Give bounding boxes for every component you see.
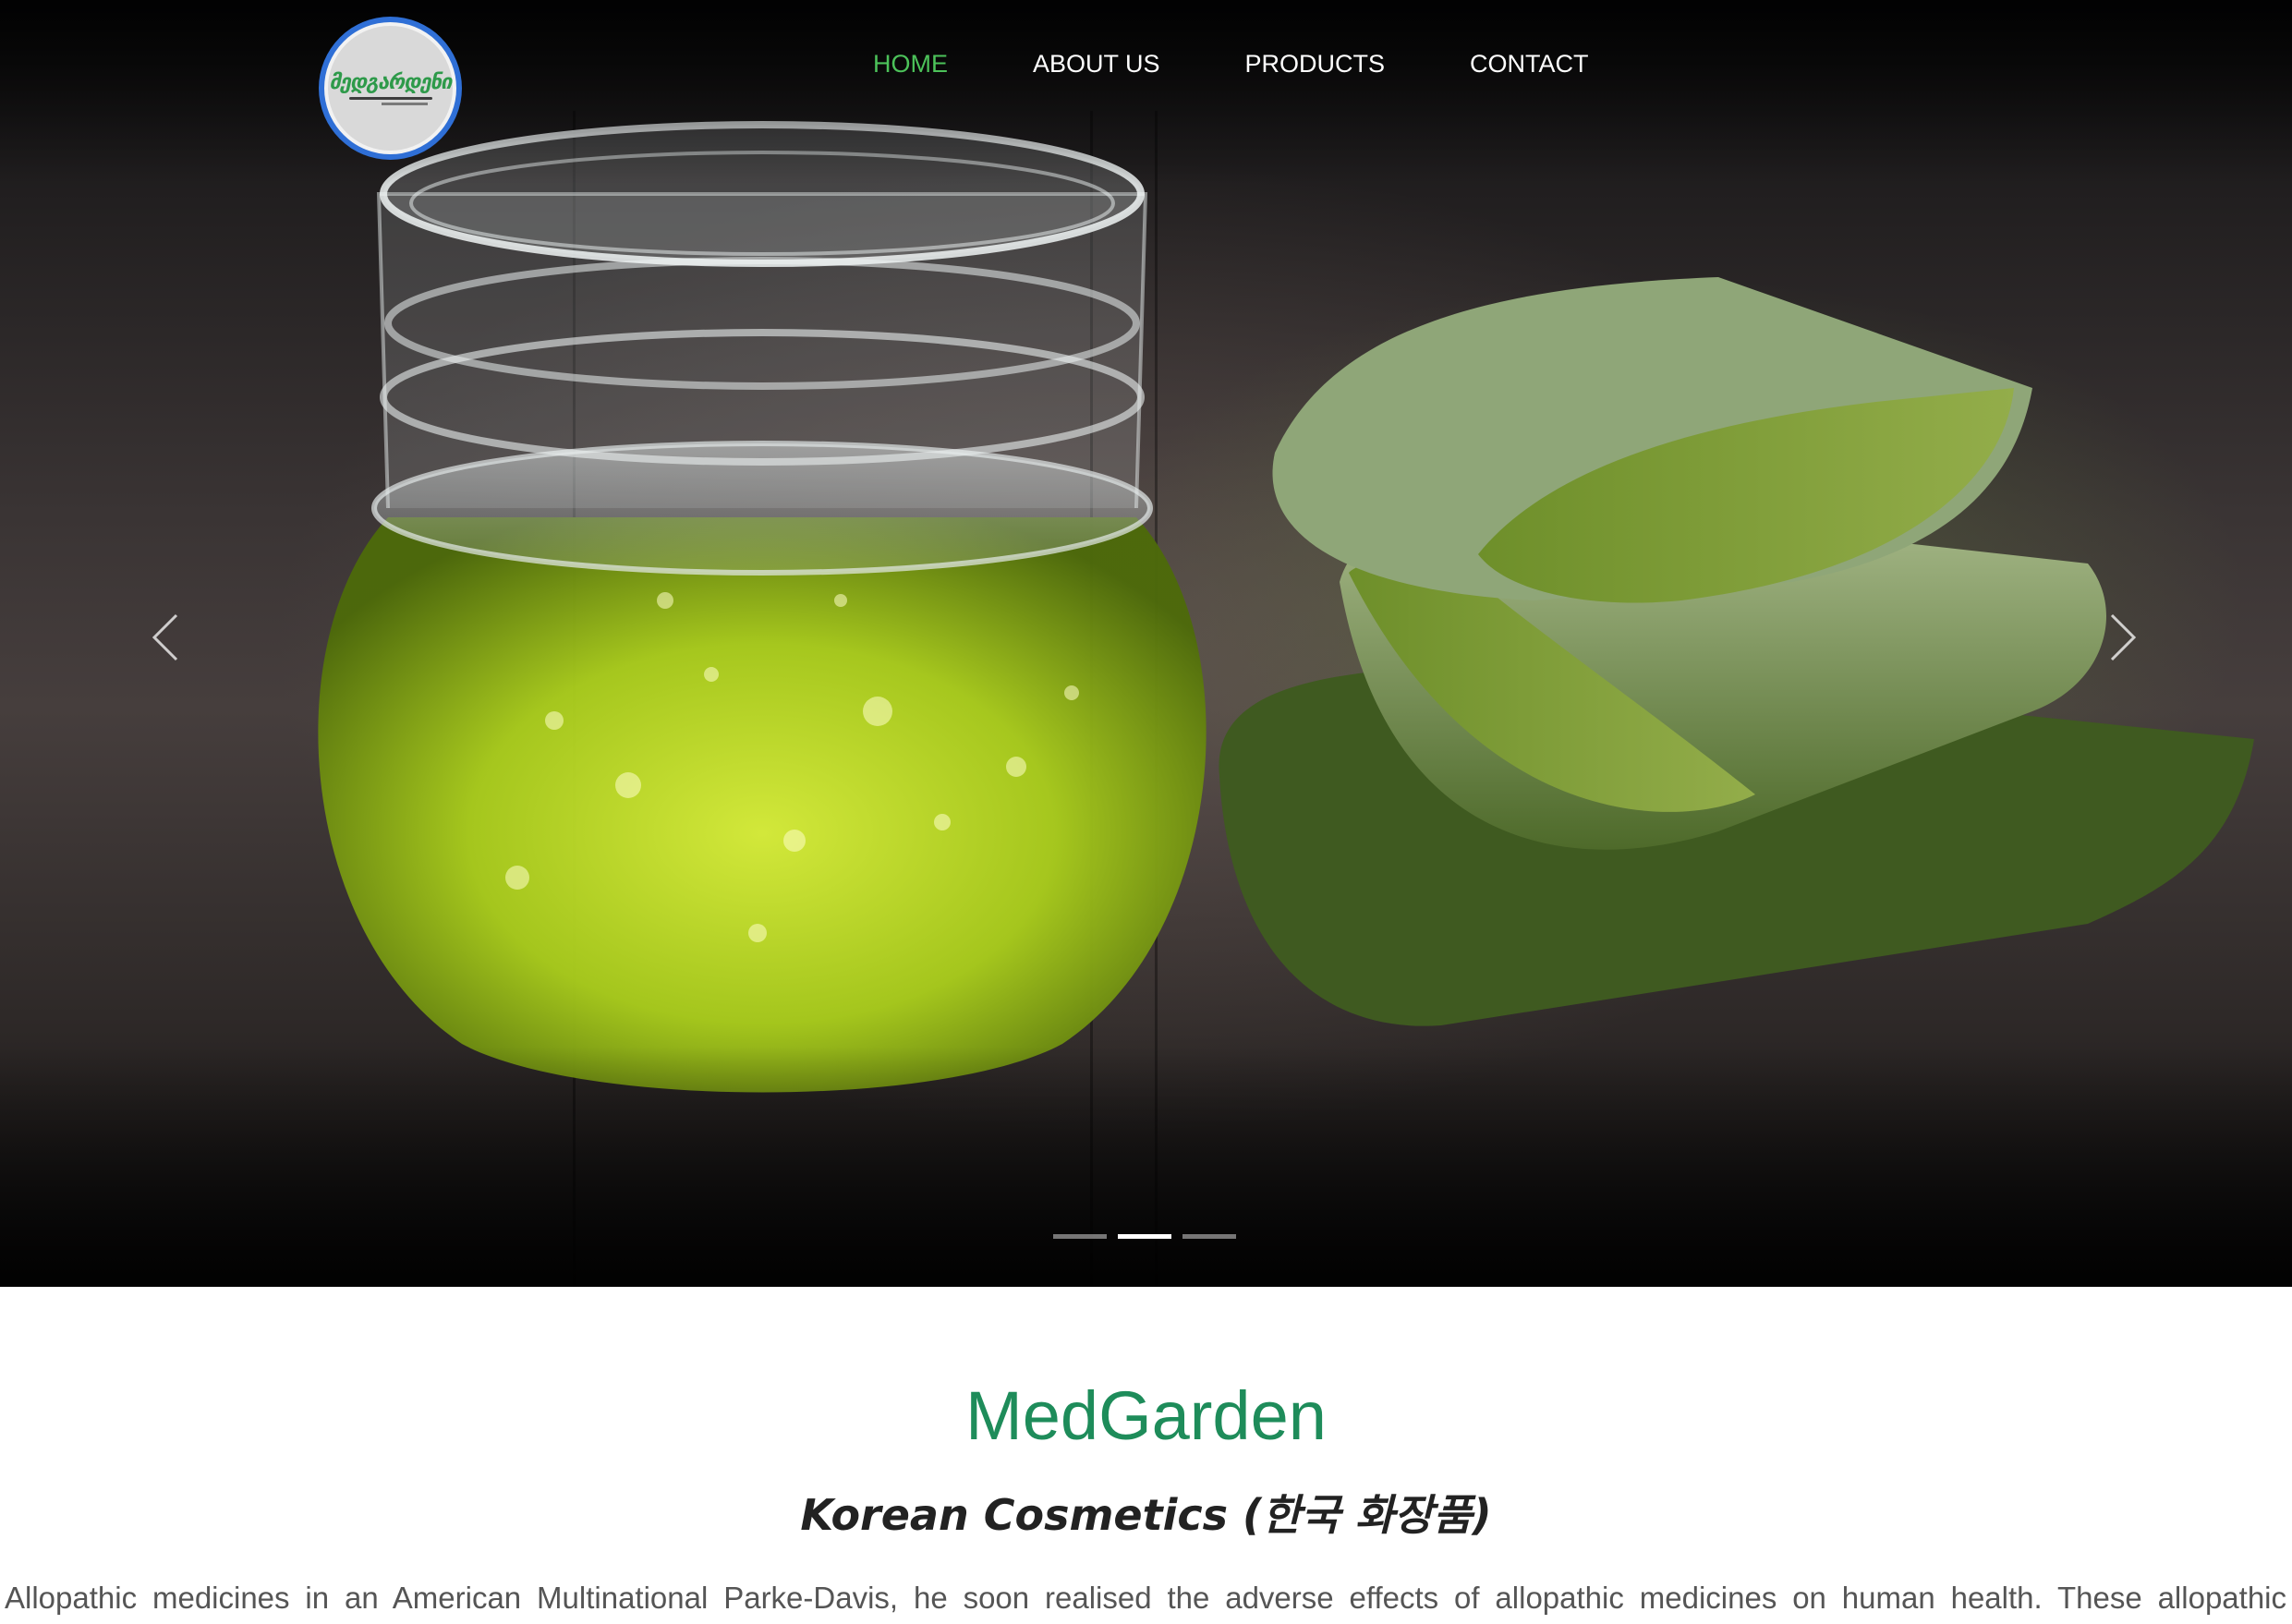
brand-title: MedGarden bbox=[965, 1377, 1327, 1454]
nav-about-us[interactable]: ABOUT US bbox=[1033, 50, 1160, 79]
carousel-next-button[interactable] bbox=[2099, 610, 2145, 665]
nav-products[interactable]: PRODUCTS bbox=[1245, 50, 1386, 79]
carousel-indicator-1[interactable] bbox=[1053, 1234, 1107, 1239]
carousel-prev-button[interactable] bbox=[143, 610, 189, 665]
logo-text: მედგარდენი bbox=[329, 71, 452, 94]
logo-underline bbox=[348, 97, 432, 100]
intro-paragraph: Allopathic medicines in an American Mult… bbox=[5, 1581, 2286, 1615]
hero-carousel: მედგარდენი HOME ABOUT US PRODUCTS CONTAC… bbox=[0, 0, 2292, 1287]
aloe-gel-jar-image bbox=[318, 121, 1207, 1093]
carousel-indicators bbox=[1053, 1234, 1236, 1239]
bottom-overlay bbox=[0, 1047, 2292, 1287]
site-logo[interactable]: მედგარდენი bbox=[319, 17, 462, 160]
main-nav: HOME ABOUT US PRODUCTS CONTACT bbox=[873, 50, 1674, 79]
nav-home[interactable]: HOME bbox=[873, 50, 948, 79]
carousel-indicator-3[interactable] bbox=[1182, 1234, 1236, 1239]
tagline: Korean Cosmetics (한국 화장품) bbox=[800, 1490, 1492, 1540]
logo-emblem-icon: მედგარდენი bbox=[324, 22, 456, 154]
carousel-indicator-2[interactable] bbox=[1118, 1234, 1171, 1239]
chevron-left-icon bbox=[152, 613, 178, 661]
nav-contact[interactable]: CONTACT bbox=[1470, 50, 1589, 79]
chevron-right-icon bbox=[2110, 613, 2137, 661]
logo-subline bbox=[381, 103, 428, 105]
